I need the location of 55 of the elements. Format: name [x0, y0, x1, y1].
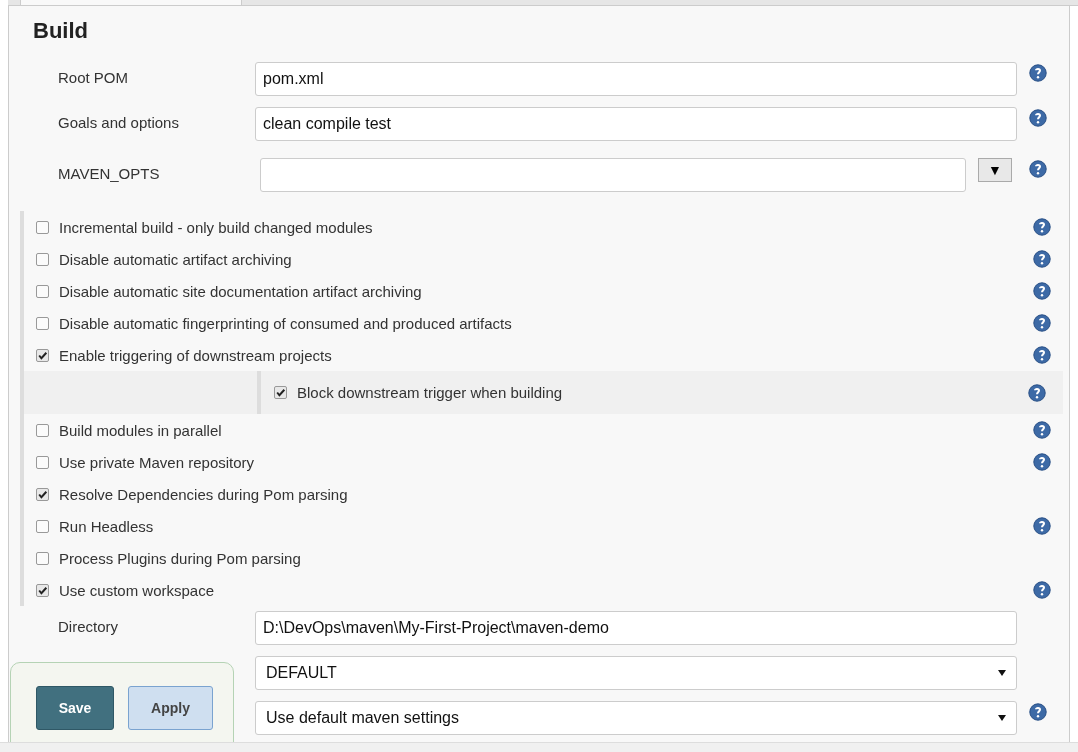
- help-icon[interactable]: [1033, 282, 1051, 300]
- help-icon[interactable]: [1029, 109, 1047, 127]
- section-title: Build: [32, 17, 89, 45]
- checkbox[interactable]: [36, 583, 49, 597]
- help-icon[interactable]: [1033, 421, 1051, 439]
- action-button[interactable]: Save: [36, 686, 114, 730]
- help-icon[interactable]: [1033, 517, 1051, 535]
- checkbox-label[interactable]: Build modules in parallel: [59, 421, 222, 439]
- help-icon[interactable]: [1029, 703, 1047, 721]
- checkbox[interactable]: [36, 519, 49, 533]
- field-label: Directory: [57, 617, 119, 635]
- text-field[interactable]: D:\DevOps\maven\My-First-Project\maven-demo: [255, 611, 1017, 645]
- checkbox[interactable]: [36, 252, 49, 266]
- checkbox[interactable]: [36, 551, 49, 565]
- horizontal-scrollbar[interactable]: [0, 742, 1078, 752]
- field-label: Root POM: [57, 68, 130, 86]
- help-icon[interactable]: [1033, 453, 1051, 471]
- text-field[interactable]: clean compile test: [255, 107, 1017, 141]
- checkbox-label[interactable]: Use private Maven repository: [59, 453, 255, 471]
- checkbox-label[interactable]: Disable automatic site documentation artifact archiving: [59, 282, 422, 300]
- checkbox[interactable]: [274, 386, 287, 399]
- text-field[interactable]: pom.xml: [255, 62, 1017, 96]
- checkbox-label[interactable]: Incremental build - only build changed modules: [59, 218, 373, 236]
- checkbox-label[interactable]: Disable automatic fingerprinting of consumed and produced artifacts: [59, 314, 512, 332]
- checkbox-label[interactable]: Disable automatic artifact archiving: [59, 250, 292, 268]
- checkbox-label[interactable]: Run Headless: [59, 517, 154, 535]
- field-label: MAVEN_OPTS: [57, 164, 161, 182]
- field-label: Goals and options: [57, 113, 180, 131]
- checkbox[interactable]: [36, 220, 49, 234]
- checkbox-label[interactable]: Block downstream trigger when building: [297, 384, 563, 401]
- dropdown[interactable]: DEFAULT: [255, 656, 1017, 690]
- help-icon[interactable]: [1033, 581, 1051, 599]
- checkbox[interactable]: [36, 316, 49, 330]
- help-icon[interactable]: [1029, 64, 1047, 82]
- text-field[interactable]: [260, 158, 966, 192]
- checkbox[interactable]: [36, 487, 49, 501]
- action-button[interactable]: Apply: [128, 686, 213, 730]
- help-icon[interactable]: [1033, 250, 1051, 268]
- caret-icon: [998, 670, 1006, 676]
- help-icon[interactable]: [1033, 346, 1051, 364]
- checkbox-label[interactable]: Enable triggering of downstream projects: [59, 346, 332, 364]
- checkbox[interactable]: [36, 348, 49, 362]
- expand-button[interactable]: ▼: [978, 158, 1012, 182]
- checkbox[interactable]: [36, 455, 49, 469]
- dropdown[interactable]: Use default maven settings: [255, 701, 1017, 735]
- help-icon[interactable]: [1029, 160, 1047, 178]
- help-icon[interactable]: [1028, 383, 1046, 402]
- checkbox[interactable]: [36, 284, 49, 298]
- checkbox[interactable]: [36, 423, 49, 437]
- help-icon[interactable]: [1033, 218, 1051, 236]
- checkbox-label[interactable]: Use custom workspace: [59, 581, 215, 599]
- help-icon[interactable]: [1033, 314, 1051, 332]
- caret-icon: [998, 715, 1006, 721]
- checkbox-label[interactable]: Process Plugins during Pom parsing: [59, 549, 301, 567]
- checkbox-label[interactable]: Resolve Dependencies during Pom parsing: [59, 485, 348, 503]
